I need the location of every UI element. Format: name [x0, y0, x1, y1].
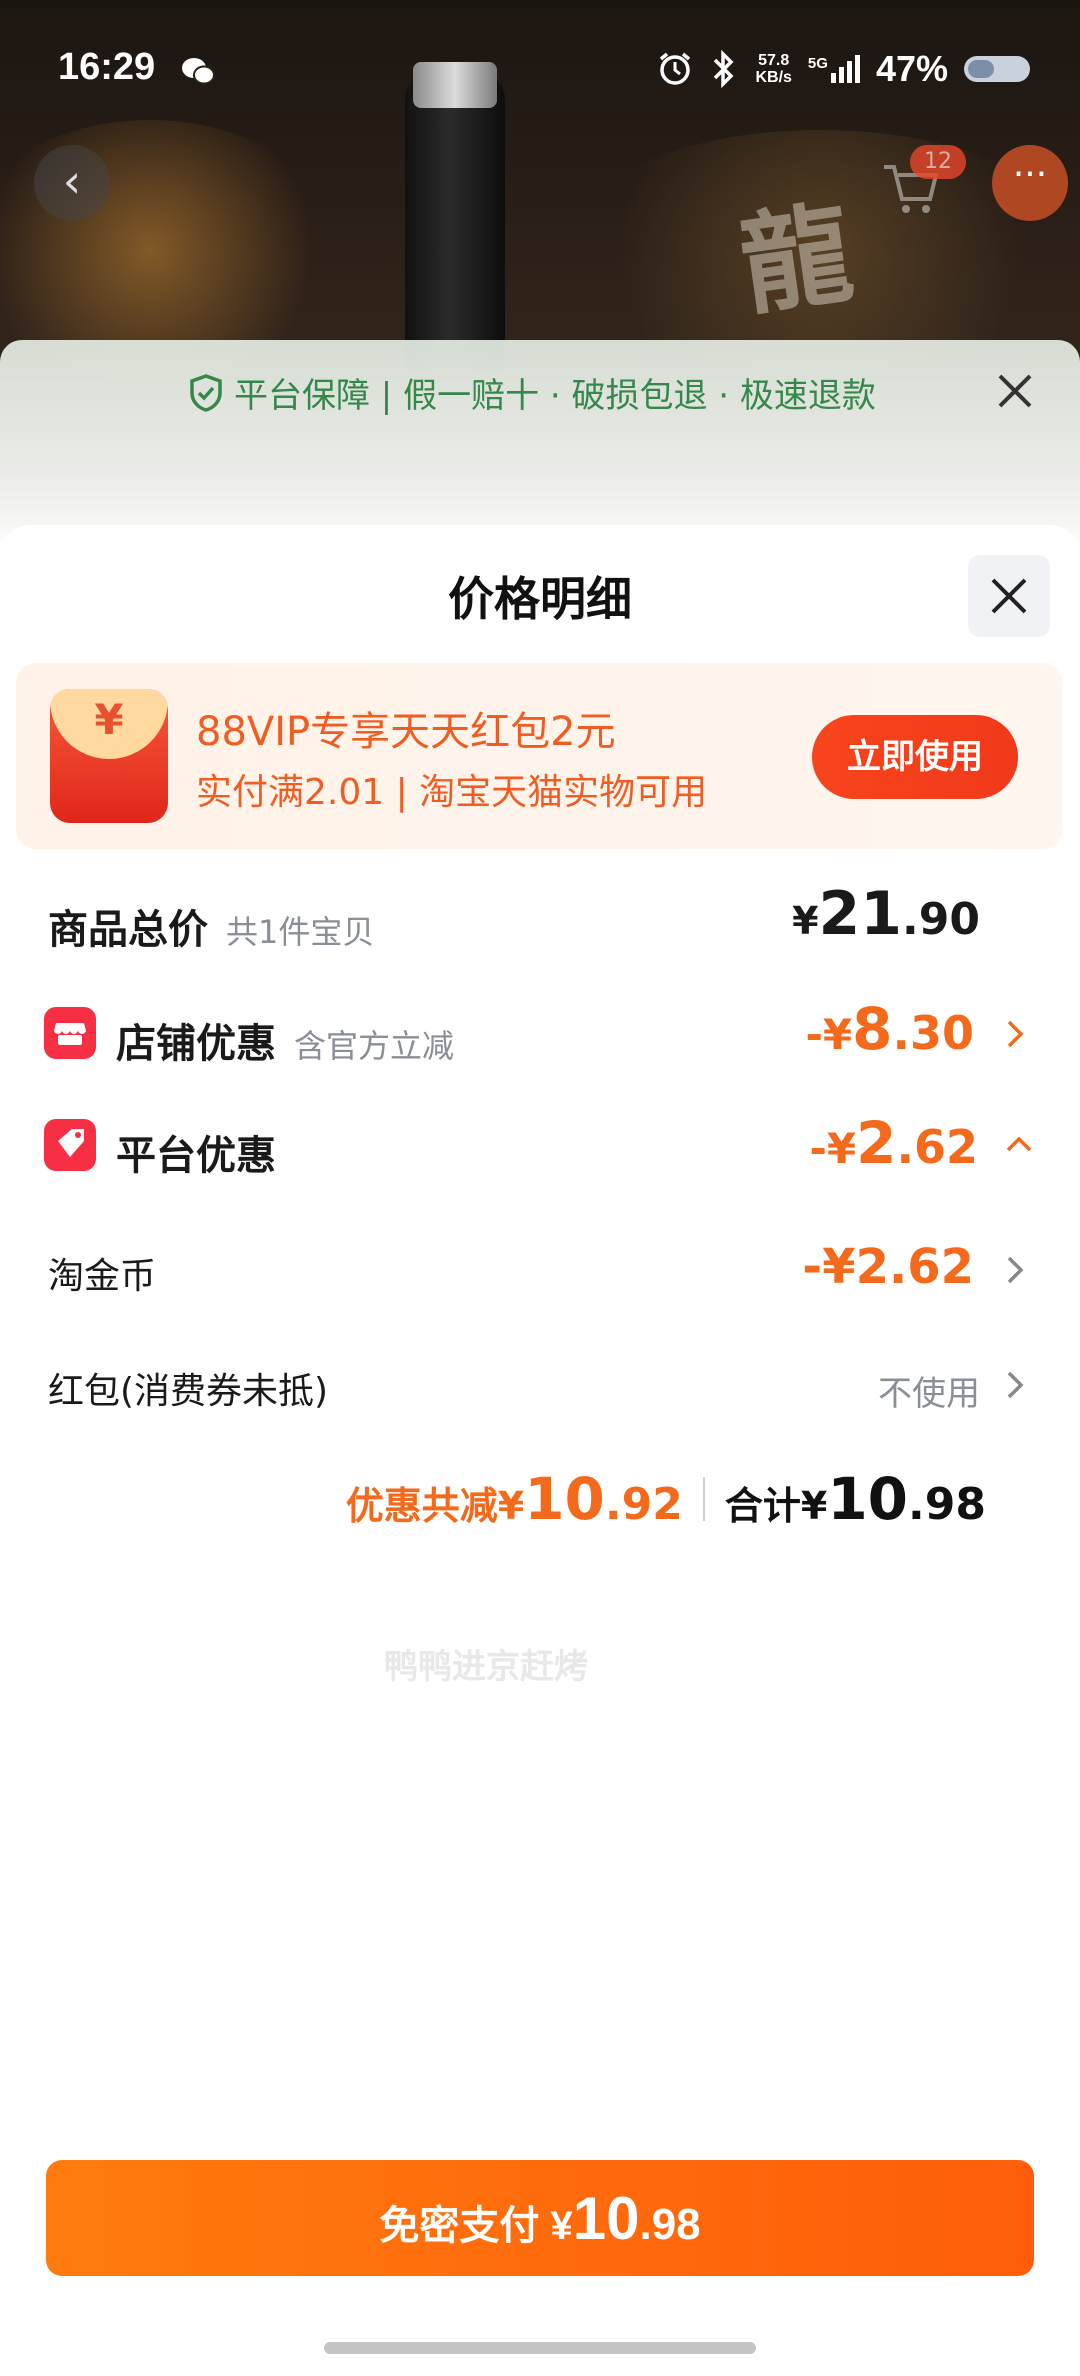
- store-discount-label: 店铺优惠: [116, 1021, 276, 1067]
- status-bar: 16:29 57.8 KB/s 5G 47%: [0, 0, 1080, 120]
- guarantee-close-icon[interactable]: [990, 366, 1040, 416]
- sheet-close-button[interactable]: [968, 555, 1050, 637]
- platform-discount-row[interactable]: 平台优惠 -¥2.62: [0, 1103, 1080, 1193]
- tao-coin-row[interactable]: 淘金币 -¥2.62: [0, 1225, 1080, 1315]
- goods-count: 共1件宝贝: [226, 913, 375, 951]
- chevron-right-icon: [1007, 1256, 1024, 1284]
- tao-coin-label: 淘金币: [48, 1256, 157, 1297]
- summary-divider: [702, 1477, 705, 1521]
- cart-count-badge: 12: [910, 145, 966, 179]
- goods-total-label: 商品总价: [48, 907, 208, 953]
- password-free-pay-button[interactable]: 免密支付 ¥10.98: [46, 2160, 1034, 2276]
- home-indicator[interactable]: [324, 2342, 756, 2354]
- discount-total: 优惠共减¥10.92: [345, 1465, 683, 1533]
- price-summary: 优惠共减¥10.92 合计¥10.98: [346, 1465, 986, 1533]
- store-icon: [44, 1007, 96, 1059]
- signal-indicator: 5G: [808, 55, 860, 83]
- pay-button-label: 免密支付 ¥: [379, 2204, 573, 2248]
- store-discount-row[interactable]: 店铺优惠 含官方立减 -¥8.30: [0, 987, 1080, 1077]
- bluetooth-icon: [714, 50, 734, 88]
- battery-percent: 47%: [875, 48, 948, 89]
- red-packet-label: 红包(消费券未抵): [48, 1371, 329, 1412]
- red-packet-icon: ¥: [50, 689, 168, 823]
- dragon-calligraphy: 龍: [732, 187, 860, 331]
- use-now-button[interactable]: 立即使用: [812, 715, 1018, 799]
- pay-button-dec: .98: [639, 2200, 701, 2249]
- wechat-icon: [182, 58, 215, 85]
- promo-title: 88VIP专享天天红包2元: [196, 709, 616, 755]
- platform-discount-value: -¥2.62: [809, 1109, 978, 1177]
- back-button[interactable]: ‹: [34, 145, 110, 221]
- tao-coin-value: -¥2.62: [802, 1239, 974, 1295]
- close-icon: [991, 578, 1027, 614]
- chevron-up-icon: [1006, 1136, 1032, 1152]
- red-packet-value: 不使用: [878, 1374, 980, 1414]
- platform-discount-label: 平台优惠: [116, 1133, 276, 1179]
- store-discount-value: -¥8.30: [805, 995, 974, 1063]
- alarm-icon: [660, 52, 691, 85]
- goods-total-value: ¥21.90: [792, 879, 980, 949]
- red-packet-row[interactable]: 红包(消费券未抵) 不使用: [0, 1340, 1080, 1430]
- goods-total-row: 商品总价 共1件宝贝 ¥21.90: [0, 873, 1080, 963]
- tag-icon: [44, 1119, 96, 1171]
- net-speed: 57.8 KB/s: [755, 52, 792, 86]
- sheet-title: 价格明细: [448, 572, 632, 626]
- more-button[interactable]: ···: [992, 145, 1068, 221]
- price-detail-sheet: 价格明细 ¥ 88VIP专享天天红包2元 实付满2.01 | 淘宝天猫实物可用 …: [0, 525, 1080, 2376]
- guarantee-text: 平台保障 | 假一赔十 · 破损包退 · 极速退款: [234, 376, 876, 416]
- grand-total: 合计¥10.98: [724, 1465, 986, 1533]
- watermark-text: 鸭鸭进京赶烤: [384, 1647, 588, 1687]
- cart-button[interactable]: 12: [870, 145, 966, 221]
- status-time: 16:29: [58, 46, 156, 88]
- battery-icon: [964, 56, 1030, 82]
- chevron-right-icon: [1007, 1371, 1024, 1399]
- vip-redpacket-banner: ¥ 88VIP专享天天红包2元 实付满2.01 | 淘宝天猫实物可用 立即使用: [16, 663, 1062, 849]
- chevron-right-icon: [1007, 1020, 1024, 1048]
- pay-button-int: 10: [572, 2185, 640, 2252]
- shield-check-icon: [190, 373, 222, 412]
- store-discount-note: 含官方立减: [294, 1027, 455, 1065]
- promo-subtitle: 实付满2.01 | 淘宝天猫实物可用: [196, 772, 708, 813]
